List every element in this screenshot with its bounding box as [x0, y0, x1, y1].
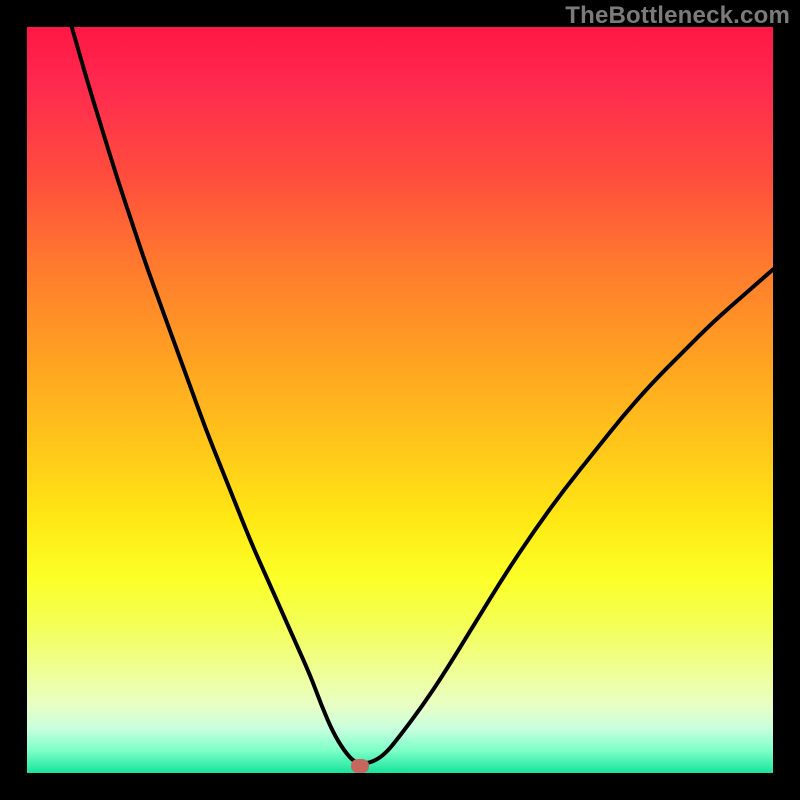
curve-svg [27, 27, 773, 773]
watermark-text: TheBottleneck.com [565, 2, 790, 30]
plot-area [27, 27, 773, 773]
curve-path [72, 27, 773, 763]
min-marker [351, 759, 369, 773]
chart-frame: TheBottleneck.com [0, 0, 800, 800]
